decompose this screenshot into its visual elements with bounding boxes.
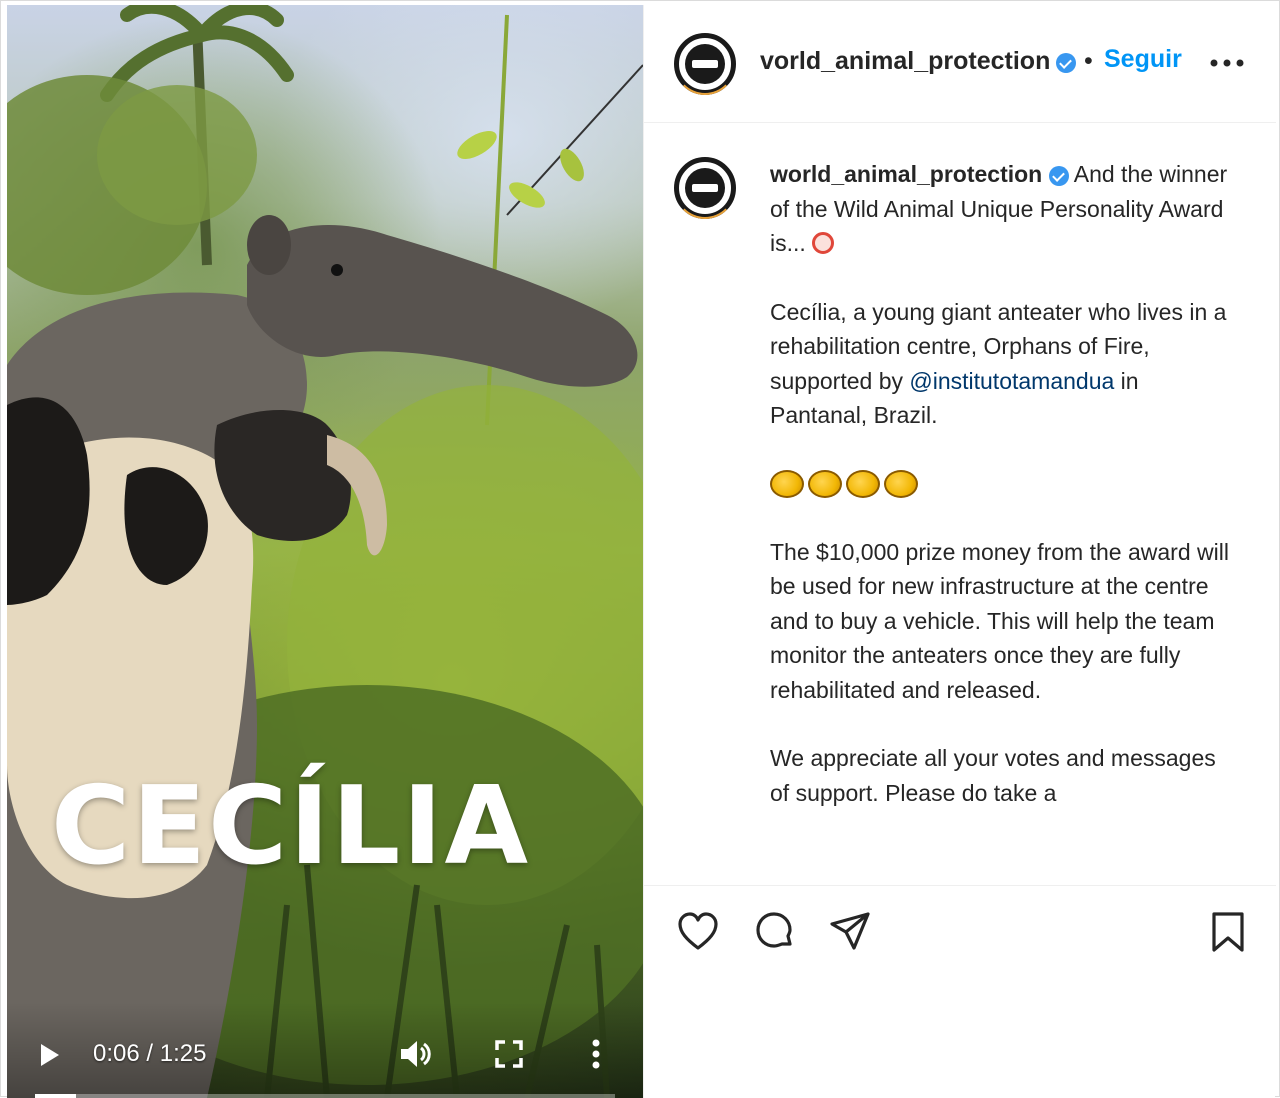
volume-icon[interactable]: [399, 1038, 433, 1070]
video-controls: 0:06 / 1:25: [7, 1002, 643, 1098]
vertical-dots-icon[interactable]: [591, 1038, 601, 1070]
anteater-video-frame: [7, 5, 643, 1098]
caption-body: world_animal_protection And the winner o…: [770, 157, 1240, 844]
follow-button[interactable]: Seguir: [1104, 45, 1182, 74]
avatar[interactable]: [674, 33, 736, 95]
clapping-hands-emoji: [846, 469, 880, 498]
comment-icon[interactable]: [752, 910, 796, 954]
caption-paragraph-3: We appreciate all your votes and message…: [770, 745, 1216, 806]
post-header: vorld_animal_protection • Seguir: [644, 5, 1276, 123]
paper-plane-icon[interactable]: [828, 910, 872, 954]
verified-badge-icon: [1056, 53, 1076, 73]
post-caption: world_animal_protection And the winner o…: [644, 123, 1276, 885]
clapping-hands-emoji-row: [770, 467, 1240, 501]
caption-intro: world_animal_protection And the winner o…: [770, 157, 1240, 261]
clapping-hands-emoji: [808, 469, 842, 498]
video-overlay-title: CECÍLIA: [51, 764, 531, 889]
video-progress-bar[interactable]: [35, 1094, 615, 1098]
post-video[interactable]: CECÍLIA 0:06 / 1:25: [7, 5, 643, 1098]
header-username[interactable]: vorld_animal_protection: [760, 47, 1050, 76]
more-options-icon[interactable]: [1210, 59, 1244, 67]
play-icon[interactable]: [39, 1042, 61, 1068]
video-time: 0:06 / 1:25: [93, 1040, 207, 1067]
caption-paragraph-1: Cecília, a young giant anteater who live…: [770, 295, 1240, 433]
header-separator: •: [1084, 47, 1093, 75]
caption-avatar[interactable]: [674, 157, 736, 219]
clapping-hands-emoji: [770, 469, 804, 498]
caption-paragraph-2: The $10,000 prize money from the award w…: [770, 538, 1229, 703]
alarm-clock-emoji: [812, 232, 835, 254]
bookmark-icon[interactable]: [1206, 910, 1250, 954]
mention-link[interactable]: @institutotamandua: [909, 368, 1114, 394]
instagram-post-window: CECÍLIA 0:06 / 1:25 vorld_animal_protect…: [0, 0, 1280, 1098]
post-actions: [644, 885, 1276, 985]
fullscreen-icon[interactable]: [495, 1040, 523, 1068]
post-side-panel: vorld_animal_protection • Seguir world_a…: [643, 5, 1276, 1098]
video-progress-fill: [35, 1094, 76, 1098]
heart-icon[interactable]: [676, 910, 720, 954]
clapping-hands-emoji: [884, 469, 918, 498]
caption-username[interactable]: world_animal_protection: [770, 161, 1042, 187]
verified-badge-icon: [1048, 165, 1069, 186]
